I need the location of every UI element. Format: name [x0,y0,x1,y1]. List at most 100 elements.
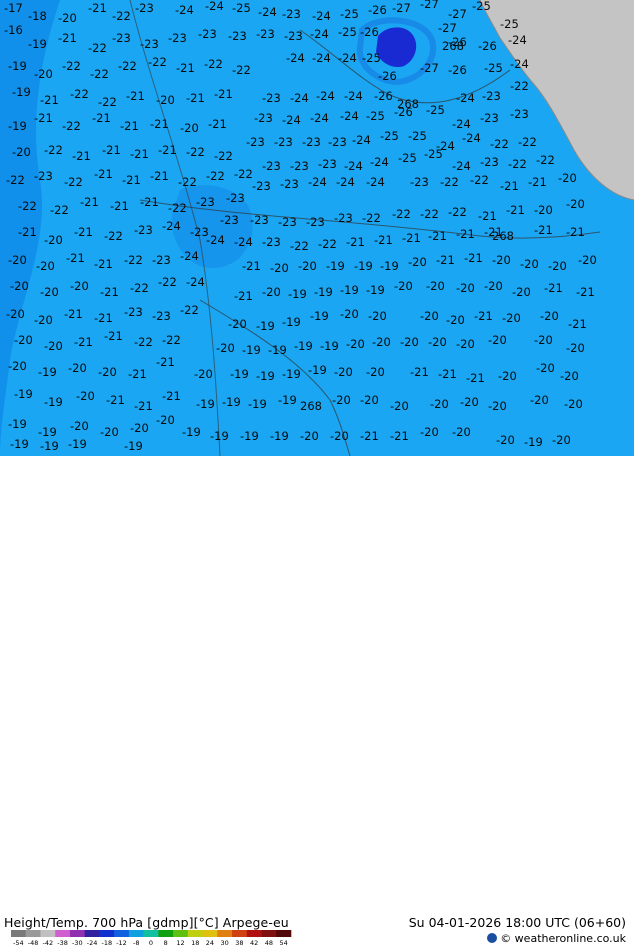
temperature-label: -21 [360,429,379,443]
temperature-label: -22 [392,207,411,221]
temperature-label: -23 [152,253,171,267]
temperature-label: -24 [180,249,199,263]
forecast-datetime: Su 04-01-2026 18:00 UTC (06+60) [408,915,626,930]
temperature-label: -20 [368,309,387,323]
temperature-label: -21 [528,175,547,189]
temperature-label: -20 [452,425,471,439]
temperature-label: -19 [380,259,399,273]
temperature-label: -21 [456,227,475,241]
temperature-label: -24 [352,133,371,147]
temperature-label: -20 [70,279,89,293]
temperature-label: -22 [70,87,89,101]
temperature-label: -22 [232,63,251,77]
scale-tick-label: -30 [72,939,83,946]
temperature-label: -19 [278,393,297,407]
temperature-label: -21 [214,87,233,101]
temperature-label: -19 [310,309,329,323]
temperature-label: -23 [135,1,154,15]
temperature-label: -20 [6,307,25,321]
copyright[interactable]: © weatheronline.co.uk [487,932,626,945]
temperature-label: -22 [510,79,529,93]
temperature-label: -23 [124,305,143,319]
weatheronline-logo-icon [487,933,498,943]
temperature-label: -19 [14,387,33,401]
scale-tick-label: -48 [28,939,39,946]
temperature-label: -20 [100,425,119,439]
temperature-label: -21 [346,235,365,249]
temperature-label: -21 [134,399,153,413]
temperature-label: -23 [306,215,325,229]
temperature-label: -20 [488,399,507,413]
scale-swatch [143,930,159,937]
temperature-label: -20 [420,309,439,323]
temperature-label: -20 [12,145,31,159]
temperature-label: -26 [478,39,497,53]
temperature-label: -19 [314,285,333,299]
temperature-label: -21 [104,329,123,343]
temperature-label: -20 [180,121,199,135]
temperature-label: -22 [118,59,137,73]
temperature-label: -19 [8,417,27,431]
temperature-label: -20 [502,311,521,325]
temperature-label: -21 [374,233,393,247]
temperature-label: -25 [424,147,443,161]
temperature-label: -21 [94,311,113,325]
scale-tick-label: -12 [116,939,127,946]
temperature-label: -24 [456,91,475,105]
temperature-label: -19 [8,59,27,73]
temperature-label: -21 [242,259,261,273]
temperature-label: -19 [256,319,275,333]
temperature-label: -24 [186,275,205,289]
scale-tick-label: 38 [235,939,243,946]
temperature-label: -24 [310,27,329,41]
temperature-label: -24 [316,89,335,103]
scale-tick-label: 30 [221,939,229,946]
temperature-label: -20 [70,419,89,433]
scale-swatch [128,930,144,937]
temperature-label: -21 [150,169,169,183]
temperature-label: -19 [222,395,241,409]
temperature-label: -22 [490,137,509,151]
temperature-label: -20 [394,279,413,293]
temperature-label: -19 [256,369,275,383]
temperature-label: -21 [126,89,145,103]
temperature-label: -22 [44,143,63,157]
temperature-label: -22 [362,211,381,225]
temperature-label: -24 [162,219,181,233]
temperature-label: -22 [6,173,25,187]
temperature-label: -20 [430,397,449,411]
temperature-label: -24 [258,5,277,19]
temperature-label: -19 [44,395,63,409]
scale-tick-label: 24 [206,939,214,946]
temperature-label: -21 [156,355,175,369]
temperature-label: -19 [366,283,385,297]
temperature-label: -21 [566,225,585,239]
temperature-label: -21 [464,251,483,265]
temperature-label: -23 [302,135,321,149]
temperature-label: -19 [270,429,289,443]
temperature-label: -23 [140,37,159,51]
temperature-label: -20 [512,285,531,299]
temperature-label: -27 [448,7,467,21]
temperature-label: -21 [506,203,525,217]
temperature-label: -26 [360,25,379,39]
temperature-label: -19 [294,339,313,353]
scale-swatch [99,930,115,937]
temperature-label: -22 [50,203,69,217]
temperature-label: -22 [18,199,37,213]
temperature-label: -20 [564,397,583,411]
temperature-label: -21 [140,195,159,209]
temperature-label: -22 [206,169,225,183]
temperature-label: -23 [256,27,275,41]
temperature-label: -23 [252,179,271,193]
temperature-label: -20 [566,341,585,355]
temperature-label: -21 [534,223,553,237]
temperature-label: -20 [14,333,33,347]
temperature-label: -22 [234,167,253,181]
temperature-label: -23 [168,31,187,45]
temperature-label: -25 [472,0,491,13]
temperature-label: -20 [534,333,553,347]
temperature-label: -16 [4,23,23,37]
temperature-label: -20 [44,233,63,247]
scale-swatch [187,930,203,937]
